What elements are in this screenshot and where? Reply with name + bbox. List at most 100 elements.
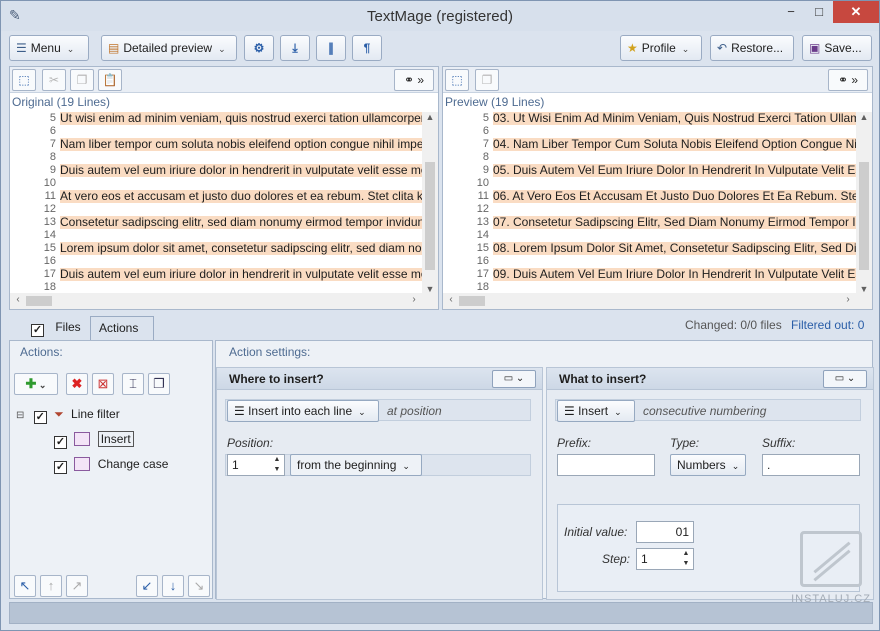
add-action-button[interactable]: ✚ ⌄: [14, 373, 58, 395]
scroll-right-icon[interactable]: ›: [406, 294, 422, 305]
text-line[interactable]: 8: [443, 151, 856, 164]
text-line[interactable]: 17 09. Duis Autem Vel Eum Iriure Dolor In…: [443, 268, 856, 281]
split-view-button[interactable]: ∥: [316, 35, 346, 61]
scroll-left-icon[interactable]: ‹: [10, 294, 26, 305]
text-line[interactable]: 11 At vero eos et accusam et justo duo do…: [10, 190, 422, 203]
text-line[interactable]: 5 Ut wisi enim ad minim veniam, quis nost…: [10, 112, 422, 125]
line-filter-checkbox[interactable]: ✓: [33, 411, 47, 424]
type-dropdown[interactable]: Numbers ⌄: [670, 454, 746, 476]
text-line[interactable]: 7 Nam liber tempor cum soluta nobis eleif…: [10, 138, 422, 151]
move-top-button[interactable]: ↖: [14, 575, 36, 597]
move-down-button[interactable]: ↓: [162, 575, 184, 597]
duplicate-action-button[interactable]: ❐: [148, 373, 170, 395]
paste-button[interactable]: 📋: [98, 69, 122, 91]
position-input[interactable]: 1 ▲ ▼: [227, 454, 285, 476]
insert-checkbox[interactable]: ✓: [54, 436, 67, 449]
scroll-thumb[interactable]: [425, 162, 435, 270]
tree-item-line-filter[interactable]: ⊟ ✓ ⏷ Line filter: [16, 406, 120, 424]
find-button[interactable]: ⚭ »: [394, 69, 434, 91]
move-top-right-button[interactable]: ↗: [66, 575, 88, 597]
scroll-up-icon[interactable]: ▲: [422, 112, 438, 122]
tab-actions[interactable]: Actions: [90, 316, 154, 340]
restore-button[interactable]: ↶ Restore...: [710, 35, 794, 61]
line-number: 11: [477, 190, 489, 202]
move-up-button[interactable]: ↑: [40, 575, 62, 597]
text-line[interactable]: 16: [10, 255, 422, 268]
text-line[interactable]: 6: [443, 125, 856, 138]
type-label: Type:: [670, 436, 700, 450]
collapse-icon[interactable]: ⊟: [16, 410, 24, 421]
minimize-button[interactable]: −: [777, 1, 805, 23]
text-line[interactable]: 10: [10, 177, 422, 190]
save-button[interactable]: ▣ Save...: [802, 35, 872, 61]
rename-action-button[interactable]: ⌶: [122, 373, 144, 395]
close-button[interactable]: ✕: [833, 1, 879, 23]
move-down-left-button[interactable]: ↙: [136, 575, 158, 597]
prefix-input[interactable]: [557, 454, 655, 476]
text-line[interactable]: 9 05. Duis Autem Vel Eum Iriure Dolor In …: [443, 164, 856, 177]
tab-files[interactable]: ✓ Files: [23, 316, 89, 340]
scroll-left-icon[interactable]: ‹: [443, 294, 459, 305]
original-vertical-scrollbar[interactable]: ▲ ▼: [422, 112, 438, 294]
position-from-dropdown[interactable]: from the beginning ⌄: [290, 454, 422, 476]
text-line[interactable]: 14: [443, 229, 856, 242]
text-line[interactable]: 9 Duis autem vel eum iriure dolor in hend…: [10, 164, 422, 177]
copy-button[interactable]: ❐: [475, 69, 499, 91]
preview-mode-dropdown[interactable]: ▤ Detailed preview ⌄: [101, 35, 237, 61]
text-line[interactable]: 7 04. Nam Liber Tempor Cum Soluta Nobis E…: [443, 138, 856, 151]
copy-button[interactable]: ❐: [70, 69, 94, 91]
move-bottom-button[interactable]: ↘: [188, 575, 210, 597]
tab-bar: ✓ Files Actions Changed: 0/0 files Filte…: [9, 314, 873, 340]
text-line[interactable]: 12: [443, 203, 856, 216]
text-line[interactable]: 10: [443, 177, 856, 190]
text-line[interactable]: 15 Lorem ipsum dolor sit amet, consetetur…: [10, 242, 422, 255]
select-cursor-button[interactable]: ⬚: [445, 69, 469, 91]
text-line[interactable]: 17 Duis autem vel eum iriure dolor in hen…: [10, 268, 422, 281]
delete-action-button[interactable]: ✖: [66, 373, 88, 395]
preview-horizontal-scrollbar[interactable]: ‹ ›: [443, 293, 872, 309]
settings-gear-button[interactable]: ⚙: [244, 35, 274, 61]
where-view-button[interactable]: ▭ ⌄: [492, 370, 536, 388]
spinner-arrows-icon[interactable]: ▲ ▼: [270, 455, 284, 475]
text-line[interactable]: 12: [10, 203, 422, 216]
profile-dropdown[interactable]: ★ Profile ⌄: [620, 35, 702, 61]
select-cursor-button[interactable]: ⬚: [12, 69, 36, 91]
find-button[interactable]: ⚭ »: [828, 69, 868, 91]
scroll-thumb[interactable]: [26, 296, 52, 306]
insert-mode-dropdown[interactable]: ☰ Insert into each line ⌄: [227, 400, 379, 422]
suffix-input[interactable]: .: [762, 454, 860, 476]
original-text-area[interactable]: 5 Ut wisi enim ad minim veniam, quis nost…: [10, 112, 422, 294]
scroll-thumb[interactable]: [859, 162, 869, 270]
step-input[interactable]: 1 ▲ ▼: [636, 548, 694, 570]
change-case-checkbox[interactable]: ✓: [54, 461, 67, 474]
scroll-up-icon[interactable]: ▲: [856, 112, 872, 122]
scroll-right-icon[interactable]: ›: [840, 294, 856, 305]
text-line[interactable]: 8: [10, 151, 422, 164]
tree-item-insert[interactable]: ✓ Insert: [54, 431, 134, 449]
menu-button[interactable]: ☰ Menu ⌄: [9, 35, 89, 61]
what-view-button[interactable]: ▭ ⌄: [823, 370, 867, 388]
preview-text-area[interactable]: 5 03. Ut Wisi Enim Ad Minim Veniam, Quis …: [443, 112, 856, 294]
spinner-arrows-icon[interactable]: ▲ ▼: [679, 549, 693, 569]
text-line[interactable]: 11 06. At Vero Eos Et Accusam Et Justo Du…: [443, 190, 856, 203]
text-line[interactable]: 6: [10, 125, 422, 138]
text-line[interactable]: 13 Consetetur sadipscing elitr, sed diam …: [10, 216, 422, 229]
text-line[interactable]: 5 03. Ut Wisi Enim Ad Minim Veniam, Quis …: [443, 112, 856, 125]
maximize-button[interactable]: □: [805, 1, 833, 23]
apply-button[interactable]: ⤓: [280, 35, 310, 61]
show-whitespace-button[interactable]: ¶: [352, 35, 382, 61]
text-line[interactable]: 15 08. Lorem Ipsum Dolor Sit Amet, Conset…: [443, 242, 856, 255]
scroll-thumb[interactable]: [459, 296, 485, 306]
clear-actions-button[interactable]: ⊠: [92, 373, 114, 395]
filtered-status[interactable]: Filtered out: 0: [791, 318, 864, 332]
files-checkbox[interactable]: ✓: [31, 324, 44, 337]
what-mode-dropdown[interactable]: ☰ Insert ⌄: [557, 400, 635, 422]
original-horizontal-scrollbar[interactable]: ‹ ›: [10, 293, 438, 309]
text-line[interactable]: 13 07. Consetetur Sadipscing Elitr, Sed D…: [443, 216, 856, 229]
text-line[interactable]: 16: [443, 255, 856, 268]
cut-button[interactable]: ✂: [42, 69, 66, 91]
initial-value-input[interactable]: 01: [636, 521, 694, 543]
preview-vertical-scrollbar[interactable]: ▲ ▼: [856, 112, 872, 294]
tree-item-change-case[interactable]: ✓ Change case: [54, 456, 168, 474]
text-line[interactable]: 14: [10, 229, 422, 242]
